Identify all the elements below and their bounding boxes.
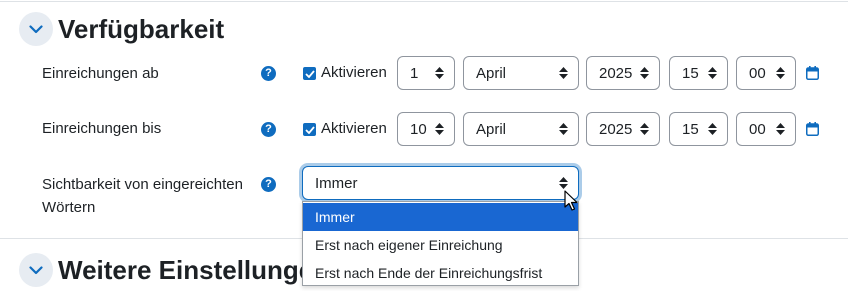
select-value: 15	[682, 64, 699, 82]
select-value: 10	[410, 120, 427, 138]
collapse-availability-button[interactable]	[19, 12, 53, 46]
visibility-dropdown-list: Immer Erst nach eigener Einreichung Erst…	[302, 201, 579, 286]
collapse-more-settings-button[interactable]	[19, 253, 53, 287]
calendar-icon[interactable]	[806, 66, 819, 80]
submissions-until-month-select[interactable]: April	[463, 112, 579, 146]
submissions-until-label: Einreichungen bis	[42, 120, 162, 137]
question-circle-icon[interactable]: ?	[261, 177, 276, 192]
select-value: 2025	[599, 64, 633, 82]
question-circle-icon[interactable]: ?	[261, 122, 276, 137]
visibility-label: Sichtbarkeit von eingereichten Wörtern	[42, 176, 243, 216]
chevron-down-icon	[29, 24, 43, 33]
mouse-pointer-icon	[564, 190, 578, 211]
dropdown-option-after-deadline[interactable]: Erst nach Ende der Einreichungsfrist	[303, 259, 578, 287]
sort-caret-icon	[559, 177, 568, 189]
select-value: 2025	[599, 120, 633, 138]
sort-caret-icon	[776, 123, 785, 135]
checkmark-icon	[304, 69, 315, 78]
submissions-from-enable-checkbox[interactable]	[303, 67, 316, 80]
select-value: 15	[682, 120, 699, 138]
submissions-from-day-select[interactable]: 1	[397, 56, 455, 90]
dropdown-option-after-own-submission[interactable]: Erst nach eigener Einreichung	[303, 231, 578, 259]
sort-caret-icon	[559, 123, 568, 135]
select-value: April	[476, 120, 507, 138]
sort-caret-icon	[559, 67, 568, 79]
sort-caret-icon	[640, 67, 649, 79]
submissions-from-year-select[interactable]: 2025	[586, 56, 660, 90]
select-value: 00	[749, 120, 766, 138]
submissions-until-enable-label[interactable]: Aktivieren	[321, 119, 387, 139]
select-value: 1	[410, 64, 419, 82]
submissions-from-label: Einreichungen ab	[42, 65, 159, 82]
calendar-icon[interactable]	[806, 122, 819, 136]
visibility-select[interactable]: Immer	[302, 166, 579, 200]
checkmark-icon	[304, 125, 315, 134]
sort-caret-icon	[708, 67, 717, 79]
submissions-until-year-select[interactable]: 2025	[586, 112, 660, 146]
select-value: 00	[749, 64, 766, 82]
sort-caret-icon	[435, 67, 444, 79]
section-title-availability[interactable]: Verfügbarkeit	[58, 14, 224, 44]
submissions-until-hour-select[interactable]: 15	[669, 112, 728, 146]
question-circle-icon[interactable]: ?	[261, 66, 276, 81]
select-value: Immer	[315, 174, 358, 192]
select-value: April	[476, 64, 507, 82]
dropdown-option-always[interactable]: Immer	[303, 203, 578, 231]
submissions-until-minute-select[interactable]: 00	[736, 112, 796, 146]
top-divider	[0, 1, 848, 2]
submissions-from-hour-select[interactable]: 15	[669, 56, 728, 90]
submissions-from-enable-label[interactable]: Aktivieren	[321, 63, 387, 83]
sort-caret-icon	[640, 123, 649, 135]
sort-caret-icon	[708, 123, 717, 135]
sort-caret-icon	[435, 123, 444, 135]
submissions-until-enable-checkbox[interactable]	[303, 123, 316, 136]
submissions-from-month-select[interactable]: April	[463, 56, 579, 90]
chevron-down-icon	[29, 265, 43, 274]
submissions-from-minute-select[interactable]: 00	[736, 56, 796, 90]
submissions-until-day-select[interactable]: 10	[397, 112, 455, 146]
section-title-more-settings[interactable]: Weitere Einstellungen	[58, 255, 329, 285]
sort-caret-icon	[776, 67, 785, 79]
